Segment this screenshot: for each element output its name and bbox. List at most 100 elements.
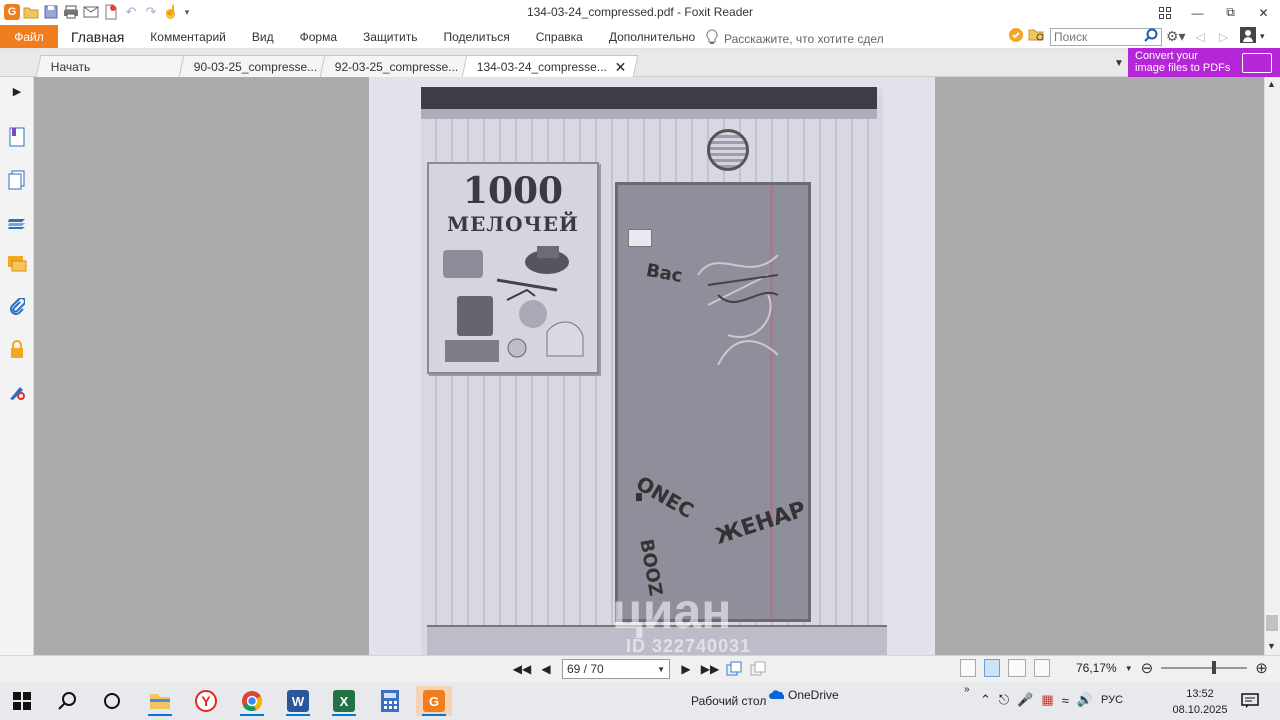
microphone-icon[interactable]: 🎤 bbox=[1017, 692, 1033, 708]
search-taskbar-icon[interactable] bbox=[50, 686, 86, 716]
account-icon[interactable] bbox=[1240, 27, 1257, 46]
volume-icon[interactable]: 🔊 bbox=[1077, 692, 1093, 708]
convert-promo-banner[interactable]: Convert your image files to PDFs bbox=[1128, 48, 1280, 77]
layers-icon[interactable] bbox=[7, 212, 27, 232]
language-indicator[interactable]: РУС bbox=[1101, 694, 1123, 706]
scroll-down-icon[interactable]: ▼ bbox=[1267, 641, 1276, 651]
doc-tab-90-03-25[interactable]: 90-03-25_compresse... bbox=[178, 55, 328, 77]
file-menu-button[interactable]: Файл bbox=[0, 25, 58, 48]
task-view-icon[interactable] bbox=[94, 686, 130, 716]
doc-tab-start[interactable]: Начать bbox=[35, 55, 187, 77]
comments-panel-icon[interactable] bbox=[7, 254, 27, 274]
attachments-icon[interactable] bbox=[7, 297, 27, 317]
zoom-level[interactable]: 76,17% bbox=[1076, 661, 1117, 675]
continuous-facing-view-icon[interactable] bbox=[1034, 659, 1050, 677]
security-center-icon[interactable]: ▦ bbox=[1041, 692, 1053, 708]
roof-trim bbox=[421, 109, 877, 119]
previous-page-icon[interactable]: ◀ bbox=[538, 660, 554, 678]
document-workspace[interactable]: 1000 МЕЛОЧЕЙ Вас ONEC ЖЕНАР BOOZ циан ID… bbox=[34, 77, 1264, 655]
find-folder-icon[interactable] bbox=[1028, 27, 1046, 46]
onedrive-toolbar[interactable]: OneDrive bbox=[768, 688, 839, 702]
ribbon-display-icon[interactable] bbox=[1148, 0, 1181, 25]
calculator-icon[interactable] bbox=[372, 686, 408, 716]
bookmarks-icon[interactable] bbox=[7, 127, 27, 147]
usb-device-icon[interactable]: ⎋ bbox=[999, 692, 1009, 708]
feedback-icon[interactable] bbox=[1008, 27, 1024, 46]
watermark-brand: циан bbox=[612, 583, 732, 639]
nav-forward-icon[interactable]: ▷ bbox=[1219, 30, 1228, 44]
account-dropdown-icon[interactable]: ▾ bbox=[1260, 31, 1265, 42]
toolbar-overflow-icon[interactable]: » bbox=[964, 684, 970, 695]
doc-tab-92-03-25[interactable]: 92-03-25_compresse... bbox=[319, 55, 469, 77]
ventilation-grille bbox=[707, 129, 749, 171]
tab-home[interactable]: Главная bbox=[58, 29, 137, 45]
yandex-browser-icon[interactable]: Y bbox=[188, 686, 224, 716]
previous-view-icon[interactable] bbox=[726, 660, 742, 678]
windows-taskbar: Y W X G Рабочий стол OneDrive » ⌃ ⎋ 🎤 ▦ … bbox=[0, 682, 1280, 720]
nav-back-icon[interactable]: ◁ bbox=[1196, 30, 1205, 44]
scroll-up-icon[interactable]: ▲ bbox=[1267, 79, 1276, 89]
search-input[interactable]: Поиск bbox=[1050, 27, 1162, 46]
word-icon[interactable]: W bbox=[280, 686, 316, 716]
zoom-slider-thumb[interactable] bbox=[1212, 661, 1217, 674]
continuous-view-icon[interactable] bbox=[984, 659, 1000, 677]
active-app-indicator bbox=[422, 714, 446, 716]
tab-extras[interactable]: Дополнительно bbox=[596, 30, 708, 44]
tab-protect[interactable]: Защитить bbox=[350, 30, 430, 44]
last-page-icon[interactable]: ▶▶ bbox=[701, 660, 719, 678]
tell-me-box[interactable]: Расскажите, что хотите сдел bbox=[706, 29, 884, 48]
zoom-out-icon[interactable]: ⊖ bbox=[1141, 659, 1154, 677]
graffiti-tag: ЖЕНАР bbox=[712, 497, 810, 550]
expand-panel-icon[interactable]: ▶ bbox=[7, 81, 27, 101]
page-number-value: 69 / 70 bbox=[567, 662, 604, 676]
window-controls: — ⧉ ✕ bbox=[1148, 0, 1280, 25]
page-dropdown-icon[interactable]: ▼ bbox=[657, 665, 665, 674]
facing-view-icon[interactable] bbox=[1008, 659, 1026, 677]
tab-view[interactable]: Вид bbox=[239, 30, 287, 44]
poster-subtitle: МЕЛОЧЕЙ bbox=[447, 212, 579, 236]
onedrive-cloud-icon bbox=[769, 690, 784, 699]
settings-gear-icon[interactable]: ⚙▾ bbox=[1166, 28, 1186, 45]
foxit-reader-taskbar-icon[interactable]: G bbox=[416, 686, 452, 716]
security-lock-icon[interactable] bbox=[7, 339, 27, 359]
close-tab-icon[interactable]: ✕ bbox=[615, 59, 627, 76]
close-button[interactable]: ✕ bbox=[1247, 0, 1280, 25]
single-page-view-icon[interactable] bbox=[960, 659, 976, 677]
next-page-icon[interactable]: ▶ bbox=[678, 660, 694, 678]
minimize-button[interactable]: — bbox=[1181, 0, 1214, 25]
desktop-toolbar-label[interactable]: Рабочий стол bbox=[691, 694, 766, 708]
vertical-scrollbar[interactable]: ▲ ▼ bbox=[1264, 77, 1280, 655]
wifi-icon[interactable]: ≈ bbox=[1062, 693, 1069, 708]
tab-form[interactable]: Форма bbox=[287, 30, 350, 44]
next-view-icon[interactable] bbox=[750, 660, 766, 678]
doc-tab-134-03-24[interactable]: 134-03-24_compresse... ✕ bbox=[461, 55, 639, 77]
signature-icon[interactable] bbox=[7, 382, 27, 402]
restore-button[interactable]: ⧉ bbox=[1214, 0, 1247, 25]
system-tray: ⌃ ⎋ 🎤 ▦ ≈ 🔊 РУС bbox=[980, 692, 1123, 708]
store-poster: 1000 МЕЛОЧЕЙ bbox=[427, 162, 599, 374]
pdf-page: 1000 МЕЛОЧЕЙ Вас ONEC ЖЕНАР BOOZ bbox=[369, 77, 935, 655]
tab-help[interactable]: Справка bbox=[523, 30, 596, 44]
chrome-icon[interactable] bbox=[234, 686, 270, 716]
notifications-icon[interactable] bbox=[1232, 686, 1268, 716]
first-page-icon[interactable]: ◀◀ bbox=[513, 660, 531, 678]
start-button[interactable] bbox=[4, 686, 40, 716]
zoom-dropdown-icon[interactable]: ▼ bbox=[1125, 664, 1133, 673]
scroll-thumb[interactable] bbox=[1266, 615, 1278, 631]
search-icon[interactable] bbox=[1144, 28, 1158, 45]
show-hidden-icons-icon[interactable]: ⌃ bbox=[980, 692, 991, 708]
zoom-in-icon[interactable]: ⊕ bbox=[1255, 659, 1268, 677]
page-number-field[interactable]: 69 / 70 ▼ bbox=[562, 659, 670, 679]
door-notice bbox=[628, 229, 652, 247]
system-clock[interactable]: 13:52 08.10.2025 bbox=[1170, 686, 1230, 718]
image-to-pdf-icon bbox=[1242, 53, 1272, 73]
excel-icon[interactable]: X bbox=[326, 686, 362, 716]
tabs-dropdown-icon[interactable]: ▼ bbox=[1114, 58, 1124, 69]
tab-comment[interactable]: Комментарий bbox=[137, 30, 239, 44]
file-explorer-icon[interactable] bbox=[142, 686, 178, 716]
page-thumbnails-icon[interactable] bbox=[7, 170, 27, 190]
tab-share[interactable]: Поделиться bbox=[430, 30, 522, 44]
doc-tab-label: 90-03-25_compresse... bbox=[193, 60, 318, 74]
page-navigation-bar: ◀◀ ◀ 69 / 70 ▼ ▶ ▶▶ 76,17% ▼ ⊖ ⊕ bbox=[0, 655, 1280, 682]
zoom-slider[interactable] bbox=[1161, 661, 1248, 674]
